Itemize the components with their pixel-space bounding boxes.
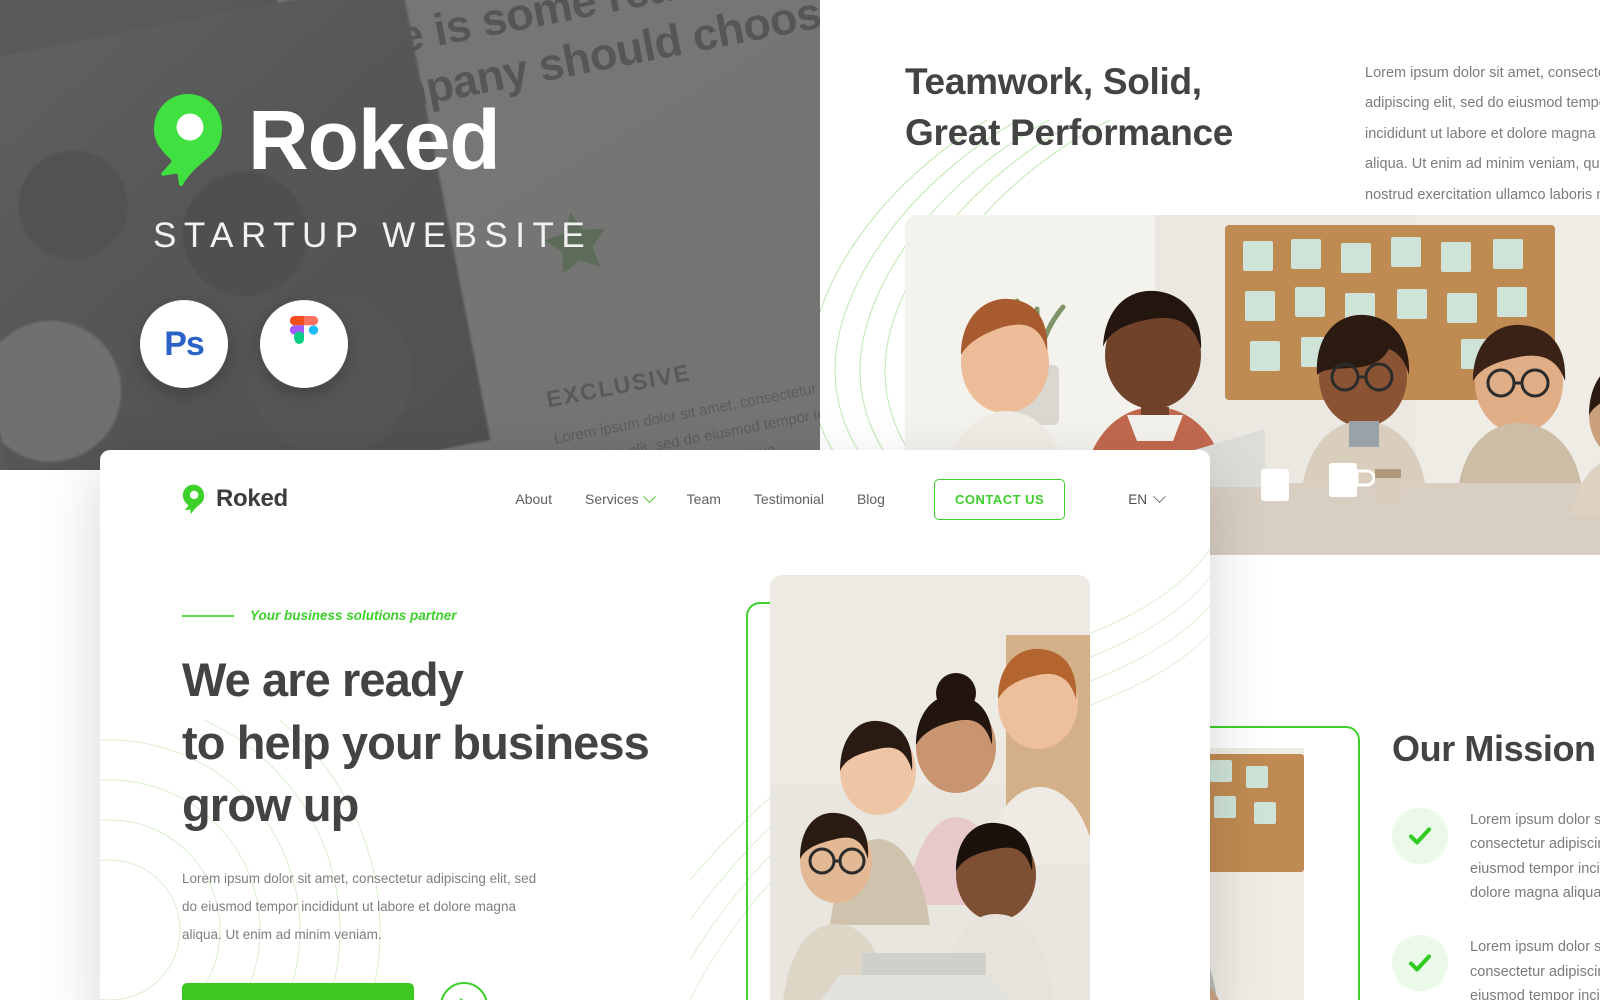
check-icon	[1392, 808, 1448, 864]
tool-badges: Ps	[140, 300, 348, 388]
check-icon	[1392, 935, 1448, 992]
list-item: Lorem ipsum dolor sit amet, consectetur …	[1392, 808, 1600, 905]
hero-heading: We are ready to help your business grow …	[182, 649, 742, 837]
mockup-logo[interactable]: Roked	[182, 484, 288, 514]
nav-item-testimonial[interactable]: Testimonial	[754, 491, 824, 507]
cover-brand-block: Roked STARTUP WEBSITE Ps	[0, 0, 820, 470]
mission-section: Our Mission Lorem ipsum dolor sit amet, …	[1180, 690, 1600, 1000]
location-pin-icon	[154, 94, 222, 187]
teamwork-paragraph: Lorem ipsum dolor sit amet, consectetur …	[1365, 65, 1600, 233]
mission-item-text: Lorem ipsum dolor sit amet, consectetur …	[1470, 939, 1600, 1000]
cover-brand-subtitle: STARTUP WEBSITE	[153, 216, 593, 255]
figma-icon	[289, 316, 319, 344]
hero-eyebrow: Your business solutions partner	[182, 608, 742, 623]
screenshot-root: Why Choose Us Here is some reason why co…	[0, 0, 1600, 1000]
cover-logo-row: Roked	[152, 92, 501, 188]
nav-item-team[interactable]: Team	[687, 491, 721, 507]
contact-us-button[interactable]: CONTACT US	[933, 478, 1066, 520]
nav-item-services[interactable]: Services	[584, 489, 656, 507]
hero-photo-illustration	[770, 575, 1090, 1000]
eyebrow-rule	[182, 614, 234, 617]
mockup-nav-links: About Services Team Testimonial Blog CON…	[515, 478, 1166, 520]
teamwork-title-line1: Teamwork, Solid,	[905, 61, 1202, 102]
mockup-hero-text: Your business solutions partner We are r…	[182, 608, 742, 1000]
hero-paragraph: Lorem ipsum dolor sit amet, consectetur …	[182, 870, 537, 943]
language-label: EN	[1128, 491, 1147, 507]
list-item: Lorem ipsum dolor sit amet, consectetur …	[1392, 935, 1600, 1000]
hero-heading-line3: grow up	[182, 778, 359, 831]
cover-hero-panel: Why Choose Us Here is some reason why co…	[0, 0, 820, 470]
chevron-down-icon	[1153, 489, 1166, 503]
nav-item-services-label: Services	[584, 491, 639, 507]
photoshop-icon: Ps	[164, 324, 205, 363]
mission-item-text: Lorem ipsum dolor sit amet, consectetur …	[1470, 812, 1600, 902]
nav-item-blog[interactable]: Blog	[857, 491, 885, 507]
teamwork-title: Teamwork, Solid, Great Performance	[905, 56, 1325, 158]
mission-list: Lorem ipsum dolor sit amet, consectetur …	[1392, 808, 1600, 1000]
hero-photo	[770, 575, 1090, 1000]
cover-brand-name: Roked	[248, 93, 501, 187]
website-mockup-card: Roked About Services Team Testimonial Bl…	[100, 450, 1210, 1000]
mockup-navbar: Roked About Services Team Testimonial Bl…	[100, 450, 1210, 548]
hero-heading-line1: We are ready	[182, 653, 464, 706]
photoshop-badge: Ps	[140, 300, 228, 388]
mission-title: Our Mission	[1392, 728, 1596, 769]
language-selector[interactable]: EN	[1128, 489, 1166, 507]
hero-eyebrow-label: Your business solutions partner	[250, 608, 457, 623]
get-started-button[interactable]: GET STARTED	[182, 982, 415, 1000]
hero-cta-row: GET STARTED How we work	[182, 981, 742, 1000]
chevron-down-icon	[642, 489, 656, 503]
location-pin-icon	[182, 484, 205, 514]
play-button[interactable]	[440, 981, 489, 1000]
nav-item-about[interactable]: About	[515, 491, 552, 507]
teamwork-title-line2: Great Performance	[905, 112, 1234, 154]
hero-heading-line2: to help your business	[182, 715, 650, 769]
figma-badge	[260, 300, 348, 388]
mockup-logo-name: Roked	[216, 485, 288, 512]
